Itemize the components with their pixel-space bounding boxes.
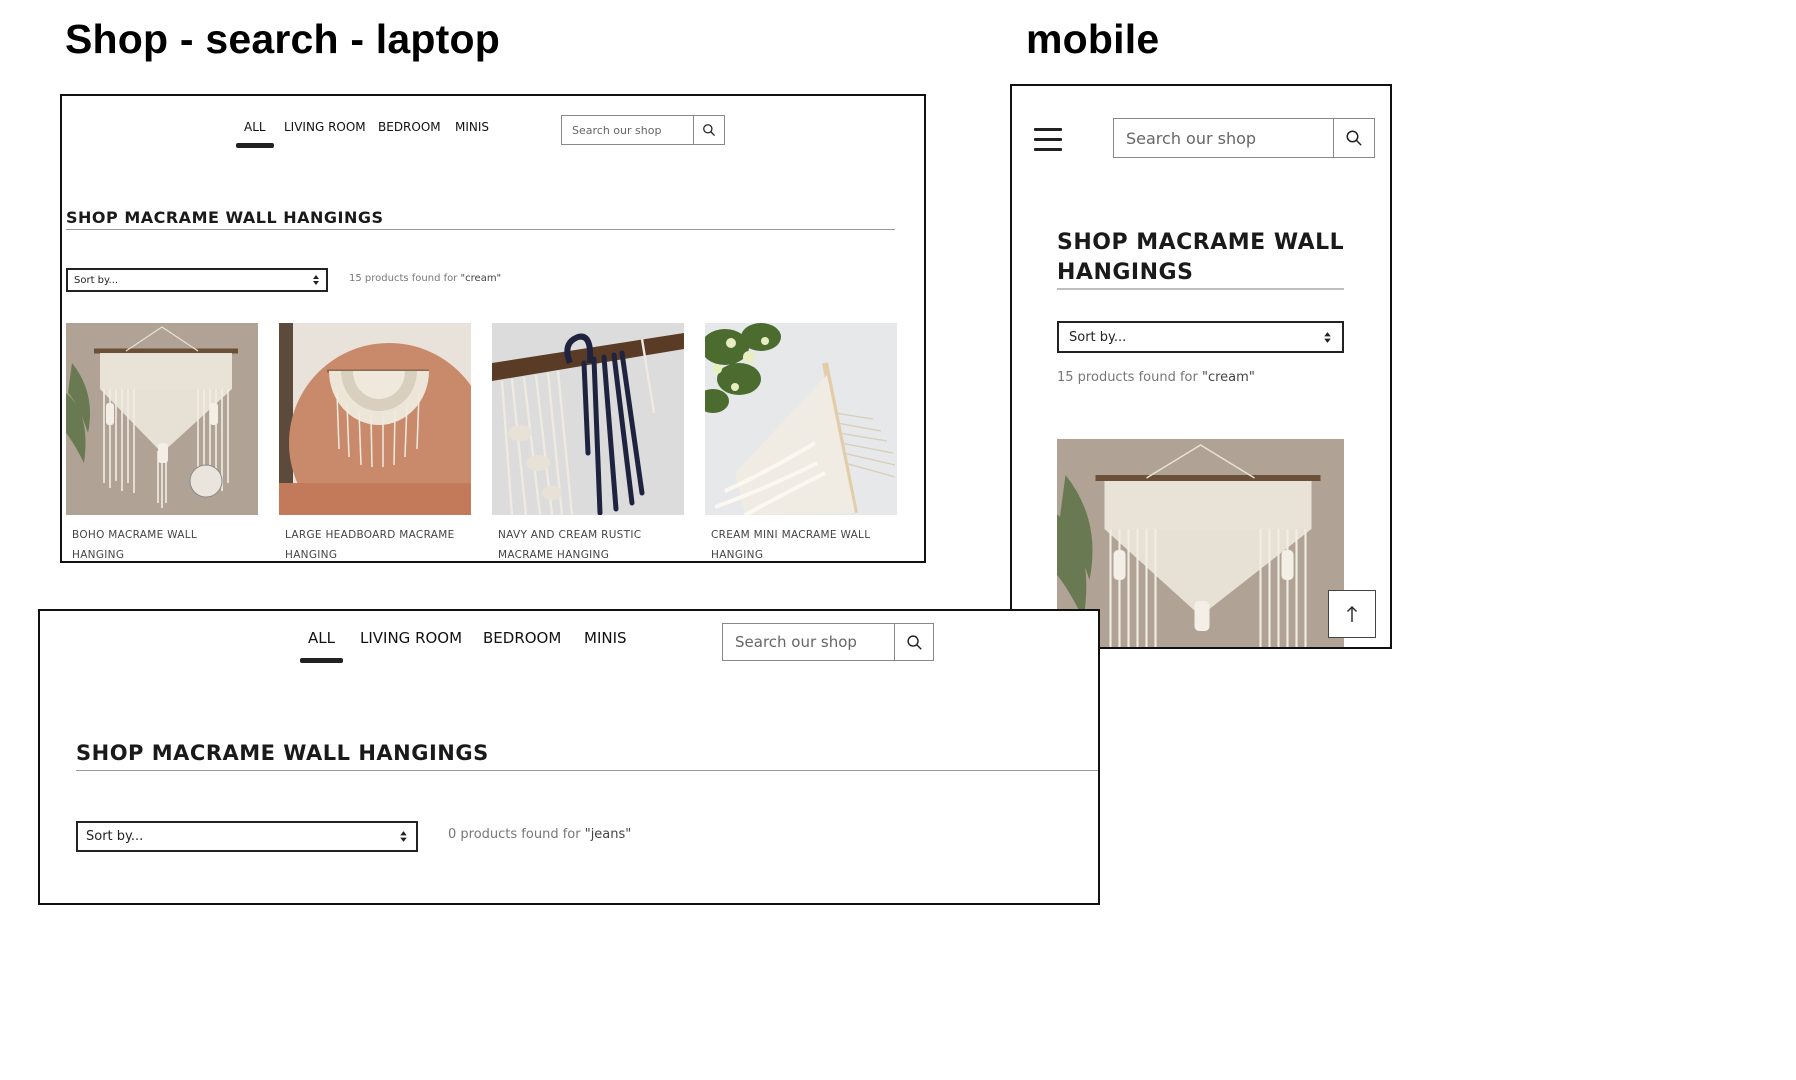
laptop-search-results-frame: ALL LIVING ROOM BEDROOM MINIS SHOP MACRA… bbox=[60, 94, 926, 563]
nav-item-minis[interactable]: MINIS bbox=[584, 629, 627, 647]
nav-item-bedroom[interactable]: BEDROOM bbox=[483, 629, 561, 647]
chevron-updown-icon bbox=[1324, 331, 1331, 343]
sort-select[interactable]: Sort by... bbox=[66, 268, 328, 292]
results-count: 0 products found for "jeans" bbox=[448, 827, 632, 842]
product-card[interactable]: BOHO MACRAME WALL HANGING bbox=[66, 323, 258, 561]
search-icon bbox=[703, 124, 715, 136]
product-card[interactable] bbox=[1057, 439, 1344, 647]
product-image[interactable] bbox=[1057, 439, 1344, 647]
search-input[interactable] bbox=[723, 624, 894, 660]
page-title: SHOP MACRAME WALL HANGINGS bbox=[66, 208, 384, 227]
nav-item-living-room[interactable]: LIVING ROOM bbox=[284, 120, 366, 134]
title-divider bbox=[66, 229, 895, 230]
results-count: 15 products found for "cream" bbox=[349, 273, 502, 284]
sort-label: Sort by... bbox=[86, 829, 144, 844]
title-divider bbox=[76, 770, 1098, 771]
search-input[interactable] bbox=[1114, 119, 1333, 157]
search-icon bbox=[906, 634, 922, 650]
product-image[interactable] bbox=[492, 323, 684, 515]
product-name[interactable]: NAVY AND CREAM RUSTIC MACRAME HANGING bbox=[498, 525, 641, 561]
chevron-updown-icon bbox=[313, 275, 319, 285]
heading-laptop: Shop - search - laptop bbox=[65, 16, 500, 62]
product-name[interactable]: CREAM MINI MACRAME WALL HANGING bbox=[711, 525, 870, 561]
product-name[interactable]: BOHO MACRAME WALL HANGING bbox=[72, 525, 197, 561]
chevron-updown-icon bbox=[400, 831, 407, 842]
nav-item-all[interactable]: ALL bbox=[236, 120, 274, 148]
product-name[interactable]: LARGE HEADBOARD MACRAME HANGING bbox=[285, 525, 455, 561]
search-button[interactable] bbox=[1333, 119, 1374, 157]
search-button[interactable] bbox=[894, 624, 933, 660]
nav-item-bedroom[interactable]: BEDROOM bbox=[378, 120, 441, 134]
nav-item-living-room[interactable]: LIVING ROOM bbox=[360, 629, 462, 647]
sort-label: Sort by... bbox=[1069, 329, 1127, 345]
search-input[interactable] bbox=[562, 116, 693, 144]
sort-select[interactable]: Sort by... bbox=[1057, 321, 1344, 353]
product-card[interactable]: NAVY AND CREAM RUSTIC MACRAME HANGING bbox=[492, 323, 684, 561]
nav-item-minis[interactable]: MINIS bbox=[455, 120, 489, 134]
search-button[interactable] bbox=[693, 116, 724, 144]
product-image[interactable] bbox=[705, 323, 897, 515]
mobile-search-results-frame: SHOP MACRAME WALLHANGINGS Sort by... 15 … bbox=[1010, 84, 1392, 649]
results-count: 15 products found for "cream" bbox=[1057, 370, 1255, 385]
page-title: SHOP MACRAME WALL HANGINGS bbox=[76, 741, 489, 765]
back-to-top-button[interactable] bbox=[1328, 590, 1376, 638]
mobile-search-box bbox=[1113, 118, 1375, 158]
product-image[interactable] bbox=[279, 323, 471, 515]
heading-mobile: mobile bbox=[1026, 16, 1160, 62]
nav-item-all[interactable]: ALL bbox=[300, 629, 343, 663]
title-divider bbox=[1057, 288, 1344, 290]
product-card[interactable]: LARGE HEADBOARD MACRAME HANGING bbox=[279, 323, 471, 561]
page-title: SHOP MACRAME WALL HANGINGS bbox=[1057, 230, 1345, 285]
search-box bbox=[722, 623, 934, 661]
sort-select[interactable]: Sort by... bbox=[76, 821, 418, 852]
product-card[interactable]: CREAM MINI MACRAME WALL HANGING bbox=[705, 323, 897, 561]
arrow-up-icon bbox=[1347, 606, 1357, 622]
sort-label: Sort by... bbox=[74, 274, 119, 286]
hamburger-icon[interactable] bbox=[1034, 128, 1062, 152]
search-box bbox=[561, 115, 725, 145]
product-image[interactable] bbox=[66, 323, 258, 515]
laptop-empty-results-frame: ALL LIVING ROOM BEDROOM MINIS SHOP MACRA… bbox=[38, 609, 1100, 905]
search-icon bbox=[1346, 130, 1362, 146]
